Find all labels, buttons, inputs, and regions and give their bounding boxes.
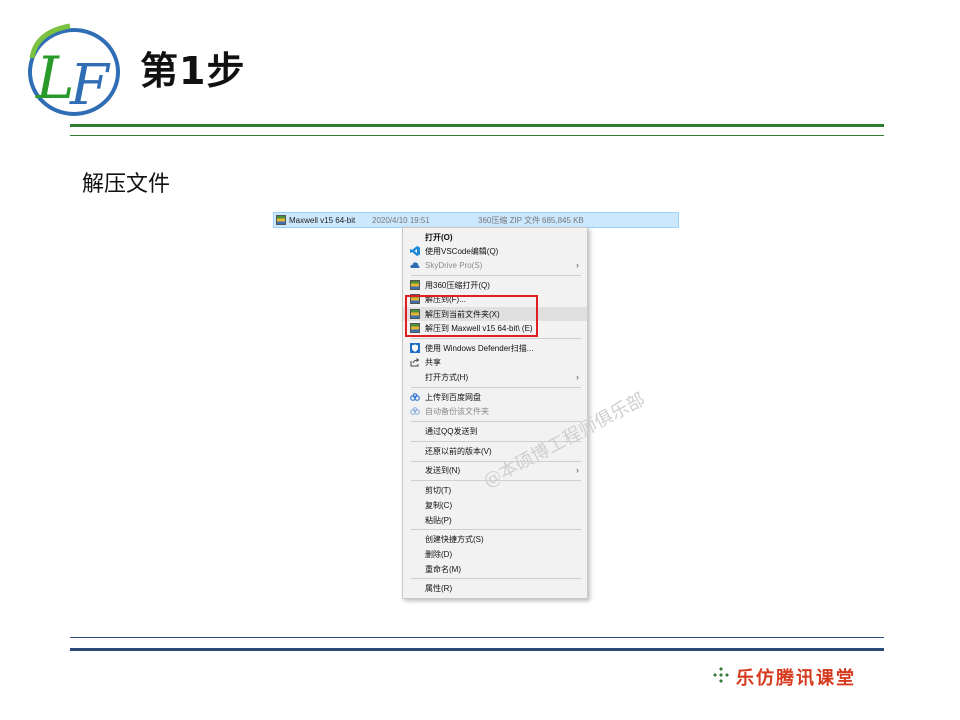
highlight-box xyxy=(405,295,538,337)
bottom-divider-thick xyxy=(70,648,884,651)
file-name: Maxwell v15 64-bit xyxy=(289,215,356,225)
menu-item-label: 粘贴(P) xyxy=(425,515,452,525)
lf-logo-icon: L F xyxy=(18,18,122,122)
menu-item-label: 自动备份该文件夹 xyxy=(425,406,489,416)
menu-item-vscode[interactable]: 使用VSCode编辑(Q) xyxy=(403,244,587,258)
file-size: 685,845 KB xyxy=(542,215,584,225)
brand-footer: 乐仿腾讯课堂 xyxy=(712,664,856,690)
menu-separator xyxy=(411,338,581,339)
menu-item-label: 使用VSCode编辑(Q) xyxy=(425,246,499,256)
menu-item-open-with-360[interactable]: 用360压缩打开(Q) xyxy=(403,278,587,292)
menu-item-label: 通过QQ发送到 xyxy=(425,426,478,436)
menu-item-label: 发送到(N) xyxy=(425,465,461,475)
menu-item-label: 打开(O) xyxy=(425,232,453,242)
defender-shield-icon xyxy=(410,343,420,353)
diamond-cluster-icon xyxy=(712,666,730,688)
chevron-right-icon: › xyxy=(576,465,579,475)
menu-item-open-with[interactable]: 打开方式(H) › xyxy=(403,370,587,384)
brand-name: 乐仿腾讯课堂 xyxy=(736,668,856,689)
menu-item-auto-backup[interactable]: 自动备份该文件夹 xyxy=(403,404,587,418)
chevron-right-icon: › xyxy=(576,372,579,382)
svg-text:L: L xyxy=(35,44,75,112)
share-icon xyxy=(410,357,420,367)
chevron-right-icon: › xyxy=(576,260,579,270)
archive-icon xyxy=(410,280,420,290)
menu-separator xyxy=(411,529,581,530)
top-divider-thick xyxy=(70,124,884,127)
menu-item-label: 属性(R) xyxy=(425,583,453,593)
vscode-icon xyxy=(410,246,420,256)
menu-item-label: 共享 xyxy=(425,357,441,367)
zip-archive-icon xyxy=(276,215,286,225)
menu-item-create-shortcut[interactable]: 创建快捷方式(S) xyxy=(403,532,587,546)
menu-item-rename[interactable]: 重命名(M) xyxy=(403,562,587,576)
menu-item-share[interactable]: 共享 xyxy=(403,355,587,369)
menu-item-label: 用360压缩打开(Q) xyxy=(425,280,490,290)
menu-item-label: 重命名(M) xyxy=(425,564,461,574)
file-name-cell: Maxwell v15 64-bit xyxy=(276,215,372,225)
menu-item-skydrive[interactable]: SkyDrive Pro(S) › xyxy=(403,258,587,272)
menu-item-properties[interactable]: 属性(R) xyxy=(403,581,587,595)
menu-item-label: 还原以前的版本(V) xyxy=(425,446,492,456)
slide-subtitle: 解压文件 xyxy=(82,172,171,197)
baidu-cloud-icon xyxy=(410,406,420,416)
file-date: 2020/4/10 19:51 xyxy=(372,215,430,225)
menu-item-label: 删除(D) xyxy=(425,549,453,559)
menu-item-label: 复制(C) xyxy=(425,500,453,510)
cloud-icon xyxy=(410,260,420,270)
file-type: 360压缩 ZIP 文件 xyxy=(478,215,541,225)
bottom-divider-thin xyxy=(70,637,884,638)
menu-item-paste[interactable]: 粘贴(P) xyxy=(403,513,587,527)
menu-item-label: 使用 Windows Defender扫描... xyxy=(425,343,534,353)
menu-item-label: SkyDrive Pro(S) xyxy=(425,260,483,270)
menu-item-label: 上传到百度网盘 xyxy=(425,392,481,402)
context-menu: 打开(O) 使用VSCode编辑(Q) SkyDrive Pro(S) › 用3… xyxy=(402,227,588,599)
menu-separator xyxy=(411,387,581,388)
menu-item-open[interactable]: 打开(O) xyxy=(403,230,587,244)
file-row-selected[interactable]: Maxwell v15 64-bit 2020/4/10 19:51 360压缩… xyxy=(273,212,679,228)
slide-title: 第1步 xyxy=(140,49,246,93)
menu-item-defender-scan[interactable]: 使用 Windows Defender扫描... xyxy=(403,341,587,355)
menu-item-copy[interactable]: 复制(C) xyxy=(403,498,587,512)
menu-item-upload-baidu[interactable]: 上传到百度网盘 xyxy=(403,390,587,404)
svg-text:F: F xyxy=(69,53,111,118)
menu-separator xyxy=(411,421,581,422)
menu-item-delete[interactable]: 删除(D) xyxy=(403,547,587,561)
menu-item-label: 剪切(T) xyxy=(425,485,452,495)
menu-item-label: 创建快捷方式(S) xyxy=(425,534,484,544)
menu-separator xyxy=(411,578,581,579)
baidu-cloud-icon xyxy=(410,392,420,402)
top-divider-thin xyxy=(70,135,884,136)
menu-separator xyxy=(411,275,581,276)
menu-item-label: 打开方式(H) xyxy=(425,372,469,382)
